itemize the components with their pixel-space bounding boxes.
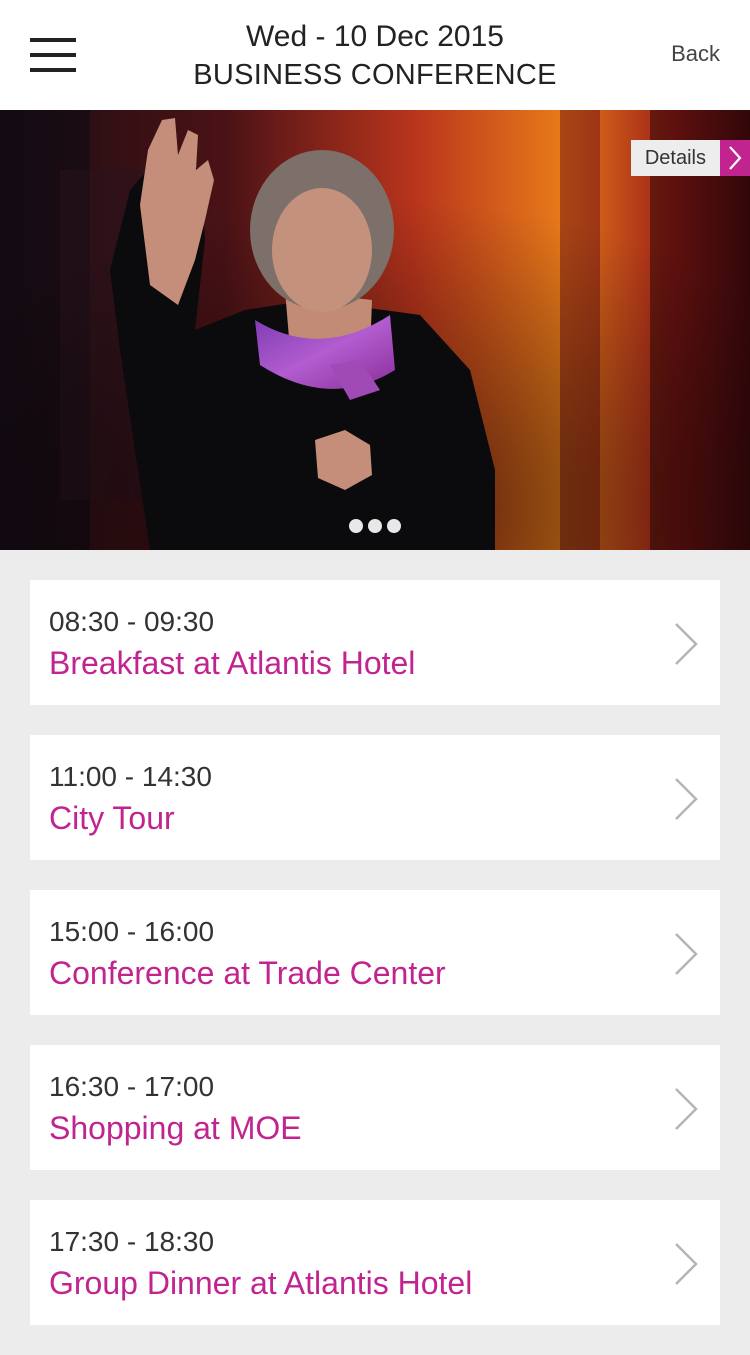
event-time: 11:00 - 14:30: [49, 761, 212, 792]
speaker-photo: [0, 110, 750, 550]
chevron-right-icon: [675, 778, 698, 820]
event-time: 15:00 - 16:00: [49, 916, 215, 947]
carousel-pagination: [0, 519, 750, 533]
details-button[interactable]: Details: [630, 140, 750, 176]
event-time: 17:30 - 18:30: [49, 1226, 215, 1257]
schedule-item[interactable]: 16:30 - 17:00 Shopping at MOE: [30, 1045, 720, 1170]
event-time: 16:30 - 17:00: [49, 1071, 215, 1102]
details-label: Details: [630, 140, 720, 176]
chevron-right-icon: [675, 623, 698, 665]
schedule-item[interactable]: 17:30 - 18:30 Group Dinner at Atlantis H…: [30, 1200, 720, 1325]
menu-line: [30, 68, 76, 72]
schedule-item[interactable]: 15:00 - 16:00 Conference at Trade Center: [30, 890, 720, 1015]
chevron-right-icon: [675, 1088, 698, 1130]
chevron-right-icon: [675, 933, 698, 975]
page-dot[interactable]: [349, 519, 363, 533]
event-name: Group Dinner at Atlantis Hotel: [49, 1265, 473, 1301]
chevron-right-icon: [675, 1243, 698, 1285]
hero-carousel[interactable]: Details: [0, 110, 750, 550]
date-title: Wed - 10 Dec 2015: [246, 20, 504, 53]
schedule-list: 08:30 - 09:30 Breakfast at Atlantis Hote…: [30, 580, 720, 1355]
back-button[interactable]: Back: [671, 41, 720, 67]
event-name: Breakfast at Atlantis Hotel: [49, 645, 416, 681]
header-title-group: Wed - 10 Dec 2015 BUSINESS CONFERENCE: [150, 18, 600, 94]
schedule-item[interactable]: 11:00 - 14:30 City Tour: [30, 735, 720, 860]
menu-line: [30, 53, 76, 57]
page-dot[interactable]: [368, 519, 382, 533]
event-name: Shopping at MOE: [49, 1110, 302, 1146]
schedule-item[interactable]: 08:30 - 09:30 Breakfast at Atlantis Hote…: [30, 580, 720, 705]
event-time: 08:30 - 09:30: [49, 606, 215, 637]
event-name: Conference at Trade Center: [49, 955, 446, 991]
event-name: City Tour: [49, 800, 175, 836]
event-title: BUSINESS CONFERENCE: [193, 59, 557, 91]
hamburger-menu-icon[interactable]: [30, 38, 76, 74]
chevron-right-icon: [720, 140, 750, 176]
app-header: Wed - 10 Dec 2015 BUSINESS CONFERENCE Ba…: [0, 0, 750, 110]
page-dot[interactable]: [387, 519, 401, 533]
menu-line: [30, 38, 76, 42]
